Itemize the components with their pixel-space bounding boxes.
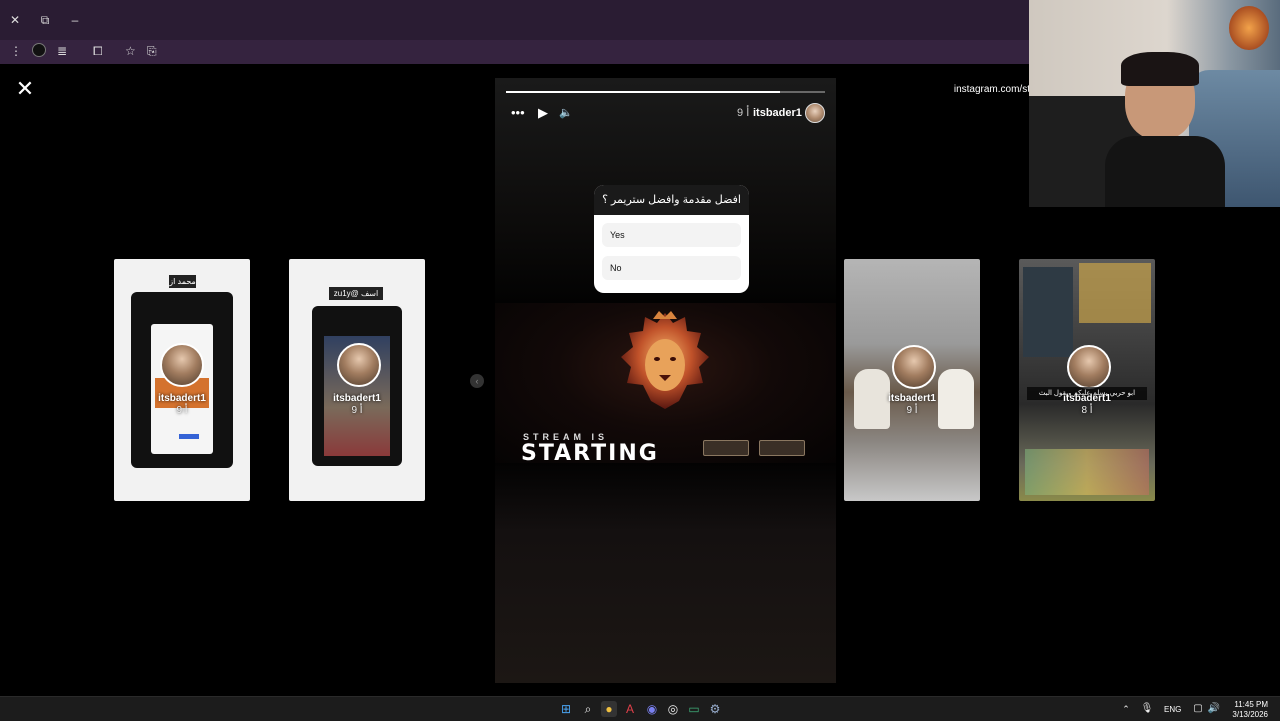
banner-badge-instagram xyxy=(703,440,749,456)
story-thumbnail-4[interactable]: ابو حربي يسلم عليكم ويقول البث itsbadert… xyxy=(1019,259,1155,501)
poll-option-no[interactable]: No xyxy=(602,256,741,280)
system-clock[interactable]: 11:45 PM 3/13/2026 xyxy=(1232,700,1268,720)
share-icon[interactable]: ⎘ xyxy=(147,44,157,58)
stream-starting-banner: STREAM IS STARTING xyxy=(495,303,836,466)
language-indicator[interactable]: ENG xyxy=(1164,705,1181,714)
thumbnail-caption: zu1y@ اسف xyxy=(329,287,383,300)
extensions-icon[interactable]: ⧠ xyxy=(93,44,103,58)
thumbnail-username: itsbadert1 xyxy=(158,393,206,404)
speaker-icon[interactable]: 🔈 xyxy=(559,106,573,120)
clock-date: 3/13/2026 xyxy=(1232,710,1268,719)
webcam-overlay xyxy=(1029,0,1280,207)
thumbnail-username: itsbadert1 xyxy=(333,393,381,404)
thumbnail-time: 9 أ xyxy=(906,405,918,416)
network-icon[interactable]: ▢ xyxy=(1190,701,1206,717)
story-thumbnail-1[interactable]: محمد از itsbadert1 9 أ xyxy=(114,259,250,501)
search-icon[interactable]: ⌕ xyxy=(580,701,596,717)
steam-icon[interactable]: ⚙ xyxy=(707,701,723,717)
browser-menu-icon[interactable]: ⋮ xyxy=(10,44,22,58)
taskbar: ⊞ ⌕ ● A ◉ ◎ ▭ ⚙ ⌃ 🎙 ENG ▢ 🔊 11:45 PM 3/1… xyxy=(0,696,1280,721)
clock-time: 11:45 PM xyxy=(1234,700,1268,709)
thumbnail-avatar xyxy=(892,345,936,389)
story-avatar[interactable] xyxy=(805,103,825,123)
thumbnail-time: 8 أ xyxy=(1081,405,1093,416)
thumbnail-avatar xyxy=(160,343,204,387)
close-icon[interactable]: ✕ xyxy=(14,78,36,100)
profile-icon[interactable] xyxy=(32,43,46,57)
story-thumbnail-3[interactable]: itsbadert1 9 أ xyxy=(844,259,980,501)
story-progress-fill xyxy=(506,91,781,93)
banner-badge-tiktok xyxy=(759,440,805,456)
lion-logo-icon xyxy=(1229,6,1269,50)
lion-logo-icon xyxy=(621,311,709,409)
windows-start-icon[interactable]: ⊞ xyxy=(558,701,574,717)
obs-icon[interactable]: ◎ xyxy=(665,701,681,717)
story-thumbnail-2[interactable]: zu1y@ اسف itsbadert1 9 أ xyxy=(289,259,425,501)
thumbnail-avatar xyxy=(337,343,381,387)
media-queue-icon[interactable]: ≣ xyxy=(57,44,67,58)
discord-icon[interactable]: ◉ xyxy=(644,701,660,717)
microphone-icon[interactable]: 🎙 xyxy=(1139,701,1155,717)
active-story[interactable]: ••• ▶ 🔈 9 أ itsbader1 افضل مقدمة وافضل س… xyxy=(495,78,836,683)
banner-line-2: STARTING xyxy=(521,441,659,466)
thumbnail-time: 9 أ xyxy=(351,405,363,416)
previous-story-icon[interactable]: ‹ xyxy=(470,374,484,388)
terminal-icon[interactable]: ▭ xyxy=(686,701,702,717)
address-bar[interactable]: instagram.com/st xyxy=(954,84,1030,95)
thumbnail-username: itsbadert1 xyxy=(1063,393,1111,404)
volume-icon[interactable]: 🔊 xyxy=(1206,701,1222,717)
thumbnail-caption: محمد از xyxy=(169,275,196,288)
app-a-icon[interactable]: A xyxy=(622,701,638,717)
thumbnail-time: 9 أ xyxy=(176,405,188,416)
more-options-icon[interactable]: ••• xyxy=(511,106,525,120)
story-time: 9 أ xyxy=(737,107,750,119)
window-restore-icon[interactable]: ⧉ xyxy=(38,13,52,27)
tray-overflow-icon[interactable]: ⌃ xyxy=(1118,701,1134,717)
story-username[interactable]: itsbader1 xyxy=(753,107,802,119)
poll-sticker: افضل مقدمة وافضل ستريمر ؟ Yes No xyxy=(594,185,749,293)
poll-question: افضل مقدمة وافضل ستريمر ؟ xyxy=(594,185,749,215)
window-minimize-icon[interactable]: – xyxy=(68,13,82,27)
window-close-icon[interactable]: ✕ xyxy=(8,13,22,27)
poll-option-yes[interactable]: Yes xyxy=(602,223,741,247)
thumbnail-avatar xyxy=(1067,345,1111,389)
play-icon[interactable]: ▶ xyxy=(538,106,548,120)
chrome-icon[interactable]: ● xyxy=(601,701,617,717)
bookmark-star-icon[interactable]: ☆ xyxy=(125,44,136,58)
story-progress-bar xyxy=(506,91,825,93)
thumbnail-username: itsbadert1 xyxy=(888,393,936,404)
